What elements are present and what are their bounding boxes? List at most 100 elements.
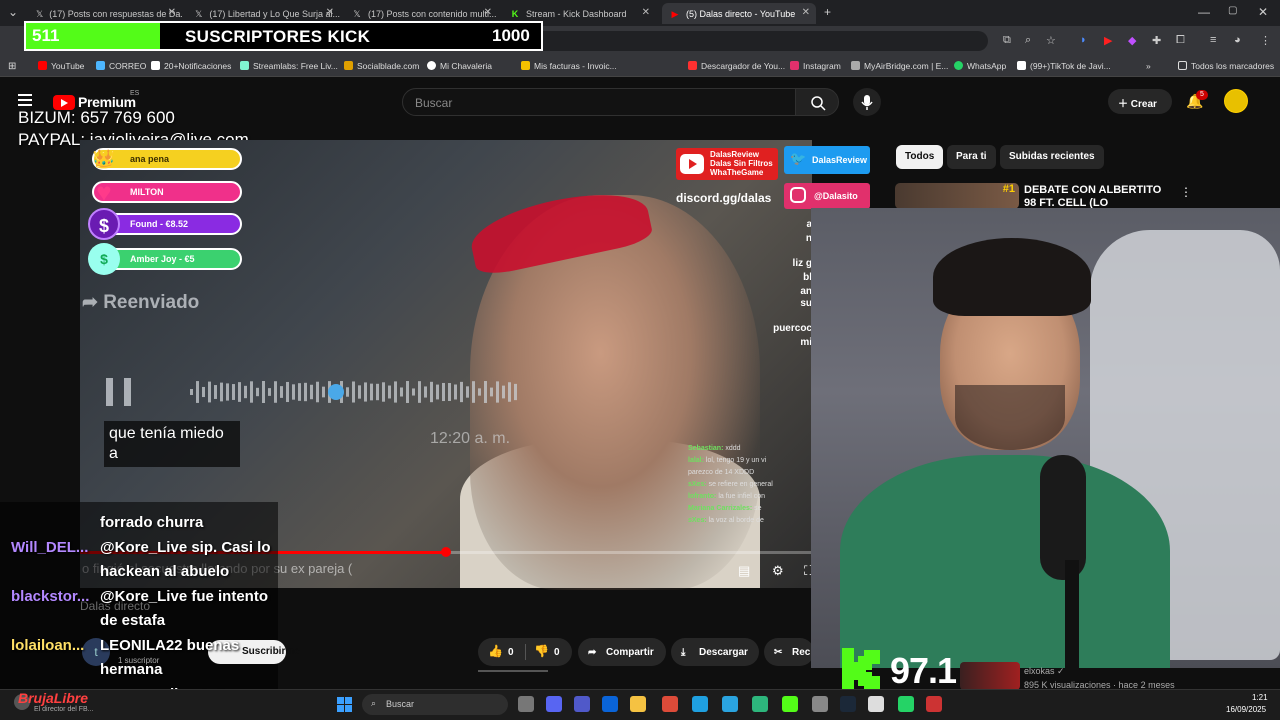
bookmark-correo[interactable]: CORREO	[96, 61, 146, 71]
telegram-icon[interactable]	[722, 696, 738, 712]
zoom-icon[interactable]: ⌕	[1025, 34, 1031, 47]
embedded-chat-user: lalal:	[688, 457, 706, 464]
bookmarks-overflow-icon[interactable]: »	[1146, 61, 1151, 71]
search-input[interactable]: Buscar	[402, 88, 796, 116]
reading-list-icon[interactable]: ≡	[1210, 34, 1216, 46]
hamburger-menu-icon[interactable]	[18, 94, 32, 106]
close-icon[interactable]: ✕	[642, 7, 650, 18]
bookmark-youtube[interactable]: YouTube	[38, 61, 84, 71]
waveform-bar	[490, 387, 493, 397]
apps-grid-icon[interactable]: ⊞	[8, 61, 16, 72]
outlook-icon[interactable]	[602, 696, 618, 712]
waveform-bar	[280, 386, 283, 398]
search-icon	[811, 96, 826, 111]
clock-time[interactable]: 1:21	[1252, 693, 1268, 702]
close-icon[interactable]: ✕	[326, 7, 334, 18]
app-icon[interactable]	[812, 696, 828, 712]
thumbs-up-icon[interactable]: 👍	[488, 644, 503, 658]
chat-username[interactable]: blackstor...	[11, 588, 89, 605]
chip-para-ti[interactable]: Para ti	[947, 145, 996, 169]
subtitles-icon[interactable]: ▤	[738, 563, 750, 579]
chat-username[interactable]: lolailoan...	[11, 637, 84, 654]
invoice-icon	[521, 61, 530, 70]
browser-menu-icon[interactable]: ⋮	[1260, 34, 1271, 47]
cast-icon[interactable]: ⧉	[1003, 34, 1011, 47]
dislike-count: 0	[554, 647, 560, 658]
download-button[interactable]: ⤓ Descargar	[671, 638, 759, 666]
settings-gear-icon[interactable]: ⚙	[772, 563, 784, 579]
waveform-bar	[376, 383, 379, 401]
bookmark-notificaciones[interactable]: 20+Notificaciones	[151, 61, 231, 71]
waveform-bar	[436, 384, 439, 400]
thumbs-down-icon[interactable]: 👎	[534, 644, 549, 658]
close-icon[interactable]: ✕	[168, 7, 176, 18]
tab-search-icon[interactable]: ⌄	[8, 5, 18, 19]
chip-subidas-recientes[interactable]: Subidas recientes	[1000, 145, 1104, 169]
bookmark-descargador[interactable]: Descargador de You...	[688, 61, 785, 71]
badge-milton: ♥ MILTON	[92, 177, 242, 207]
discord-icon[interactable]	[546, 696, 562, 712]
taskbar-search[interactable]: ⌕ Buscar	[362, 694, 508, 715]
bookmark-star-icon[interactable]: ☆	[1046, 34, 1056, 47]
teams-icon[interactable]	[574, 696, 590, 712]
kick-icon[interactable]	[782, 696, 798, 712]
extensions-menu-icon[interactable]: ⧠	[1176, 34, 1185, 47]
waveform-bar	[196, 381, 199, 403]
chrome-icon[interactable]	[662, 696, 678, 712]
extension-youtube-icon[interactable]: ▶	[1104, 34, 1112, 47]
steam-icon[interactable]	[840, 696, 856, 712]
chip-todos[interactable]: Todos	[896, 145, 944, 169]
like-ratio-bar	[478, 670, 548, 672]
share-button[interactable]: ➦ Compartir	[578, 638, 666, 666]
maps-icon[interactable]	[752, 696, 768, 712]
task-view-icon[interactable]	[518, 696, 534, 712]
create-button[interactable]: ＋ Crear	[1108, 89, 1172, 114]
bookmark-mis-facturas[interactable]: Mis facturas - Invoic...	[521, 61, 617, 71]
maximize-button[interactable]: ▢	[1228, 5, 1237, 16]
extension-shield-icon[interactable]: ◆	[1128, 34, 1136, 47]
voice-search-button[interactable]	[853, 88, 881, 116]
bookmark-tiktok[interactable]: (99+)TikTok de Javi...	[1017, 61, 1111, 71]
side-chat-fragment: su	[800, 298, 812, 309]
chat-username[interactable]: Will_DEL...	[11, 539, 88, 556]
extension-puzzle-icon[interactable]: ✚	[1152, 34, 1161, 47]
bookmark-instagram[interactable]: Instagram	[790, 61, 841, 71]
clip-button[interactable]: ✂ Rec	[764, 638, 814, 666]
chat-message: @Kore_Live fue intento	[100, 587, 268, 605]
bookmark-socialblade[interactable]: Socialblade.com	[344, 61, 419, 71]
whatsapp-icon[interactable]	[898, 696, 914, 712]
bookmark-whatsapp[interactable]: WhatsApp	[954, 61, 1006, 71]
bookmark-myairbridge[interactable]: MyAirBridge.com | E...	[851, 61, 948, 71]
tab-youtube-dalas[interactable]: ▶ (5) Dalas directo - YouTube ✕	[662, 3, 816, 24]
video-scrubber[interactable]	[441, 547, 451, 557]
recommended-thumbnail[interactable]: #1	[895, 183, 1019, 209]
close-window-button[interactable]: ✕	[1258, 5, 1268, 19]
side-chat-fragment: mi	[800, 337, 812, 348]
profile-icon[interactable]: ◕	[1234, 34, 1241, 46]
minimize-button[interactable]: —	[1198, 5, 1210, 19]
youtube-icon	[680, 154, 704, 174]
windows-start-icon[interactable]	[337, 697, 352, 712]
file-explorer-icon[interactable]	[630, 696, 646, 712]
mic-arm	[1065, 560, 1079, 670]
app-circle-icon[interactable]	[868, 696, 884, 712]
bottom-recommended-thumbnail[interactable]	[960, 662, 1020, 690]
taskbar-widget-title[interactable]: BrujaLibre	[18, 690, 88, 706]
edge-icon[interactable]	[692, 696, 708, 712]
bottom-channel-name[interactable]: elxokas ✓	[1024, 666, 1065, 677]
webcam-green-shirt	[840, 455, 1170, 668]
close-icon[interactable]: ✕	[484, 7, 492, 18]
clock-date[interactable]: 16/09/2025	[1226, 705, 1266, 714]
all-bookmarks[interactable]: Todos los marcadores	[1178, 61, 1274, 71]
bookmark-mi-chavaleria[interactable]: Mi Chavaleria	[427, 61, 492, 71]
more-options-icon[interactable]: ⋮	[1180, 185, 1192, 199]
waveform-bar	[514, 383, 517, 401]
new-tab-button[interactable]: +	[824, 5, 831, 19]
account-avatar[interactable]	[1224, 89, 1248, 113]
snip-icon[interactable]	[926, 696, 942, 712]
webcam-hair	[933, 238, 1091, 316]
search-button[interactable]	[795, 88, 839, 116]
close-icon[interactable]: ✕	[802, 7, 810, 18]
bookmark-streamlabs[interactable]: Streamlabs: Free Liv...	[240, 61, 338, 71]
extension-icon[interactable]: ◗	[1080, 34, 1087, 46]
